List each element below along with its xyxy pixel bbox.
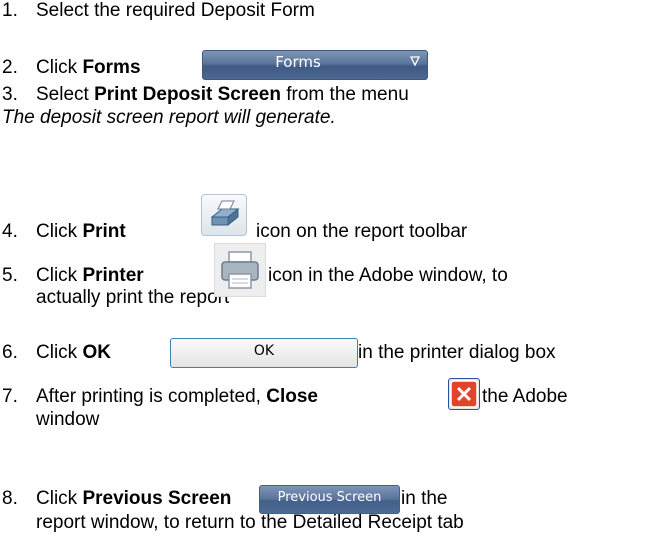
ok-button[interactable]: OK <box>170 338 358 368</box>
previous-screen-button[interactable]: Previous Screen <box>259 485 400 514</box>
forms-dropdown-button[interactable]: Forms <box>202 50 428 80</box>
step-keyword: OK <box>82 342 111 363</box>
step-5-continued: actually print the report <box>36 287 230 308</box>
step-number: 5. <box>2 265 18 286</box>
step-7-continued: window <box>36 409 100 430</box>
step-number: 8. <box>2 488 18 509</box>
step-text: Click <box>36 57 83 78</box>
step-number: 1. <box>2 0 18 21</box>
previous-screen-button-label: Previous Screen <box>277 490 382 505</box>
step-number: 2. <box>2 57 18 78</box>
printer-icon[interactable] <box>214 243 266 297</box>
step-text: Select the required Deposit Form <box>36 0 315 21</box>
step-number: 3. <box>2 84 18 105</box>
step-keyword: Forms <box>82 57 141 78</box>
close-icon[interactable] <box>448 378 480 410</box>
ok-button-label: OK <box>253 343 275 359</box>
step-keyword: Print Deposit Screen <box>94 84 281 105</box>
chevron-down-icon <box>410 56 420 67</box>
step-8-continued: report window, to return to the Detailed… <box>36 512 464 533</box>
step-number: 7. <box>2 386 18 407</box>
forms-button-label: Forms <box>275 53 321 71</box>
step-keyword: Previous Screen <box>82 488 232 509</box>
step-keyword: Print <box>82 221 126 242</box>
print-icon[interactable] <box>201 194 247 236</box>
step-number: 6. <box>2 342 18 363</box>
result-note: The deposit screen report will generate. <box>2 107 336 128</box>
step-keyword: Printer <box>82 265 144 286</box>
step-keyword: Close <box>266 386 318 407</box>
step-number: 4. <box>2 221 18 242</box>
